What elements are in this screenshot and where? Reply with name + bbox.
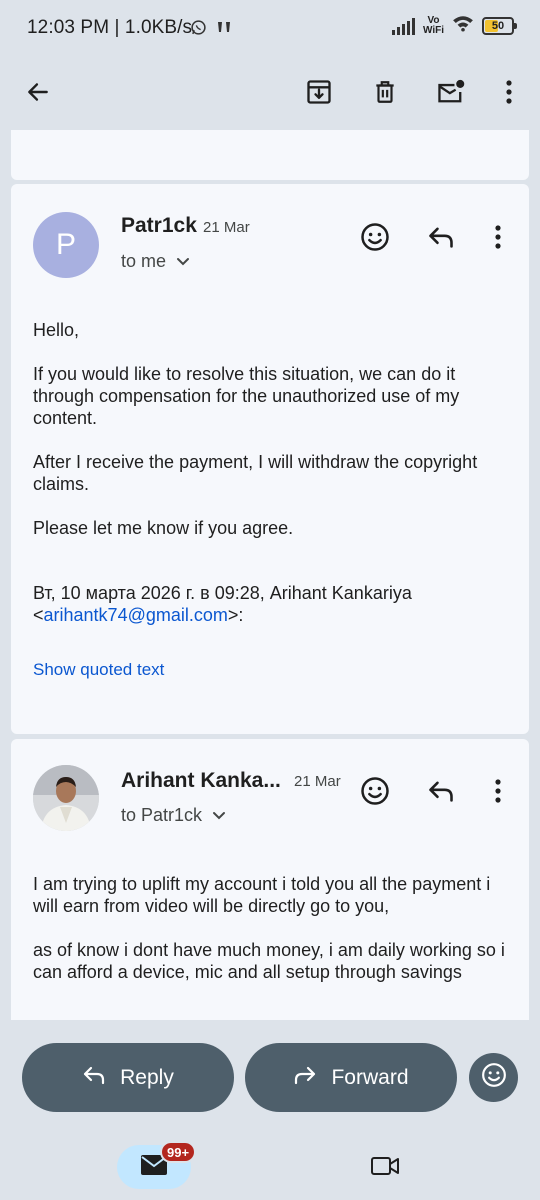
recipient-label: to Patr1ck [121,805,203,825]
message-card: P Patr1ck 21 Mar to me Hello, If you wou… [11,184,529,734]
body-paragraph: If you would like to resolve this situat… [33,364,460,428]
wifi-icon [452,14,474,37]
forward-icon [293,1065,317,1091]
delete-icon [372,78,398,111]
add-reaction-button[interactable] [353,771,397,815]
add-reaction-button[interactable] [353,217,397,261]
forward-label: Forward [331,1065,409,1089]
quote-email-link[interactable]: arihantk74@gmail.com [44,605,228,625]
avatar[interactable] [33,765,99,831]
reply-button[interactable] [419,217,463,261]
reply-label: Reply [120,1065,174,1089]
reply-icon [427,225,455,254]
reply-icon [82,1065,106,1091]
message-date: 21 Mar [294,773,341,790]
nav-meet-tab[interactable] [368,1151,402,1185]
message-body: Hello, If you would like to resolve this… [33,319,513,561]
delete-button[interactable] [361,70,409,118]
quote-header: Вт, 10 марта 2026 г. в 09:28, Arihant Ka… [33,583,412,603]
message-more-button[interactable] [476,771,520,815]
message-body: I am trying to uplift my account i told … [33,873,513,1005]
avatar-letter: P [55,228,76,261]
message-card: Arihant Kanka... 21 Mar to Patr1ck I am … [11,739,529,1020]
previous-message-card [11,130,529,180]
vowifi-bottom: WiFi [422,24,444,36]
mark-unread-icon [436,78,466,111]
top-toolbar [0,58,540,130]
recipient-label: to me [121,251,167,271]
profile-photo-icon [33,765,99,831]
unread-count-badge: 99+ [160,1141,197,1163]
react-button[interactable] [469,1053,518,1102]
reply-button[interactable] [419,771,463,815]
status-bar: 12:03 PM | 1.0KB/s Vo WiFi 50 [0,0,540,58]
recipient-details-toggle[interactable]: to me [121,251,190,272]
forward-button[interactable]: Forward [245,1043,457,1112]
notification-icon [216,20,232,39]
body-paragraph: Please let me know if you agree. [33,518,294,538]
more-options-button[interactable] [485,70,533,118]
bottom-navigation: 99+ [0,1133,540,1200]
quote-close: >: [227,605,244,625]
show-quoted-text-link[interactable]: Show quoted text [33,660,164,680]
body-paragraph: After I receive the payment, I will with… [33,452,478,494]
archive-icon [305,78,333,111]
battery-icon: 50 [482,16,517,35]
reply-all-button[interactable]: Reply [22,1043,234,1112]
quote-open: < [33,605,44,625]
video-camera-icon [370,1155,400,1182]
quote-attribution: Вт, 10 марта 2026 г. в 09:28, Arihant Ka… [33,582,513,626]
body-paragraph: I am trying to uplift my account i told … [33,874,491,916]
reply-icon [427,779,455,808]
recipient-details-toggle[interactable]: to Patr1ck [121,805,226,826]
more-vert-icon [494,778,502,809]
message-date: 21 Mar [203,219,250,236]
message-more-button[interactable] [476,217,520,261]
emoji-icon [481,1062,507,1093]
back-arrow-icon [25,79,51,110]
battery-level: 50 [491,19,505,32]
vowifi-top: Vo [427,14,440,26]
signal-icon [391,17,415,35]
whatsapp-icon [190,19,207,41]
mark-unread-button[interactable] [427,70,475,118]
body-paragraph: as of know i dont have much money, i am … [33,940,505,982]
emoji-icon [360,222,390,257]
chevron-down-icon [212,805,226,826]
chevron-down-icon [176,251,190,272]
archive-button[interactable] [295,70,343,118]
vowifi-icon: Vo WiFi [422,14,444,36]
sender-name[interactable]: Patr1ck [121,214,197,238]
more-vert-icon [494,224,502,255]
status-time: 12:03 PM | 1.0KB/s [27,17,193,38]
sender-name[interactable]: Arihant Kanka... [121,769,281,793]
back-button[interactable] [14,70,62,118]
body-paragraph: Hello, [33,320,80,340]
more-vert-icon [505,79,513,110]
avatar[interactable]: P [33,212,99,278]
emoji-icon [360,776,390,811]
